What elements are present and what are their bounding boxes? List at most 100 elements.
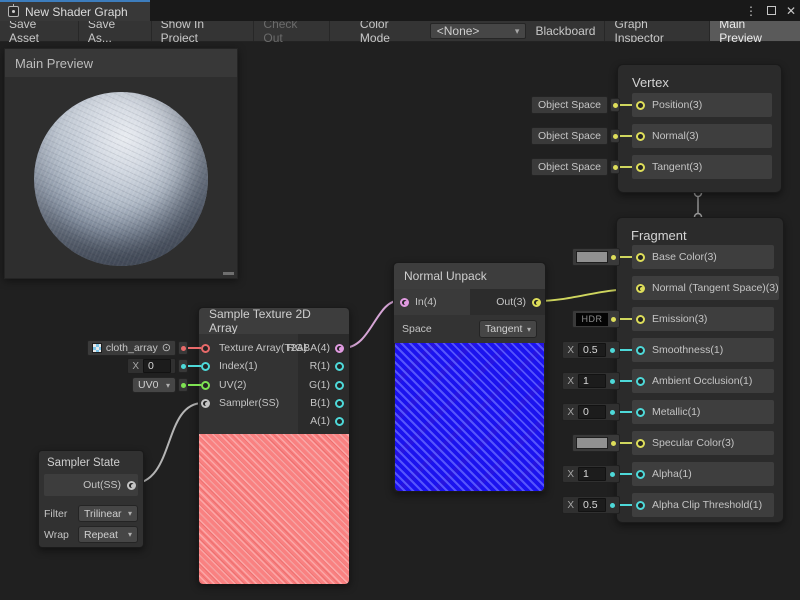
a-output-port[interactable] bbox=[335, 417, 344, 426]
alpha-clip-widget: X0.5 bbox=[562, 496, 620, 514]
emission-widget[interactable]: HDR bbox=[572, 310, 620, 328]
preview-resize-grip[interactable] bbox=[223, 272, 234, 275]
graph-inspector-toggle-button[interactable]: Graph Inspector bbox=[605, 21, 710, 41]
rgba-output-port[interactable] bbox=[335, 344, 344, 353]
index-dot bbox=[178, 359, 188, 373]
port-label: Emission(3) bbox=[652, 313, 707, 325]
position-input-port[interactable] bbox=[636, 101, 645, 110]
port-label: Tangent(3) bbox=[652, 161, 702, 173]
alpha-value-field[interactable]: 1 bbox=[578, 467, 606, 481]
index-value-field[interactable]: 0 bbox=[143, 359, 171, 373]
show-in-project-button[interactable]: Show In Project bbox=[152, 21, 255, 41]
emission-port[interactable] bbox=[636, 315, 645, 324]
alpha-port[interactable] bbox=[636, 470, 645, 479]
base-color-widget[interactable] bbox=[572, 248, 620, 266]
blackboard-toggle-button[interactable]: Blackboard bbox=[526, 21, 605, 41]
tab-shader-graph[interactable]: New Shader Graph bbox=[0, 0, 150, 21]
vertex-node-title: Vertex bbox=[618, 65, 781, 90]
filter-value: Trilinear bbox=[84, 508, 122, 520]
alpha-dot bbox=[610, 472, 615, 477]
uv-channel-dropdown[interactable]: UV0 bbox=[132, 377, 176, 393]
b-output-port[interactable] bbox=[335, 399, 344, 408]
texture-asset-widget[interactable]: cloth_array ⊙ bbox=[87, 340, 176, 356]
port-label: Smoothness(1) bbox=[652, 344, 723, 356]
normal-unpack-title: Normal Unpack bbox=[404, 269, 487, 283]
save-as-button[interactable]: Save As... bbox=[79, 21, 152, 41]
base-color-swatch[interactable] bbox=[576, 251, 608, 263]
normal-input-port[interactable] bbox=[636, 132, 645, 141]
in-port[interactable] bbox=[400, 298, 409, 307]
space-dropdown[interactable]: Tangent bbox=[479, 320, 537, 338]
tangent-input-port[interactable] bbox=[636, 163, 645, 172]
filter-dropdown[interactable]: Trilinear bbox=[78, 505, 138, 522]
port-label: Specular Color(3) bbox=[652, 437, 734, 449]
stub bbox=[188, 402, 201, 404]
r-output-port[interactable] bbox=[335, 362, 344, 371]
metallic-port[interactable] bbox=[636, 408, 645, 417]
ao-value-field[interactable]: 1 bbox=[578, 374, 606, 388]
graph-canvas[interactable]: Main Preview Vertex Object Space Positio… bbox=[0, 42, 800, 600]
index-input-port[interactable] bbox=[201, 362, 210, 371]
maximize-icon[interactable] bbox=[767, 6, 776, 15]
position-space-badge: Object Space bbox=[531, 96, 608, 114]
sampler-state-node[interactable]: Sampler State Out(SS) Filter Trilinear W… bbox=[38, 450, 144, 548]
specular-widget[interactable] bbox=[572, 434, 620, 452]
preview-sphere[interactable] bbox=[34, 92, 208, 266]
main-preview-toggle-button[interactable]: Main Preview bbox=[710, 21, 800, 41]
port-label: Normal (Tangent Space)(3) bbox=[652, 282, 779, 294]
alpha-clip-port[interactable] bbox=[636, 501, 645, 510]
port-label: Sampler(SS) bbox=[219, 397, 279, 409]
emission-hdr-field[interactable]: HDR bbox=[576, 313, 608, 326]
stub bbox=[620, 442, 632, 444]
a-output-row: A(1) bbox=[290, 412, 347, 430]
object-picker-icon[interactable]: ⊙ bbox=[162, 343, 171, 354]
main-preview-title: Main Preview bbox=[15, 56, 93, 71]
port-label: Out(SS) bbox=[83, 479, 121, 491]
stub bbox=[620, 473, 632, 475]
sampler-state-header[interactable]: Sampler State bbox=[39, 451, 143, 474]
stub bbox=[620, 135, 632, 137]
wrap-dropdown[interactable]: Repeat bbox=[78, 526, 138, 543]
wrap-value: Repeat bbox=[84, 529, 118, 541]
main-preview-panel[interactable]: Main Preview bbox=[4, 48, 238, 279]
out-port-box: Out(3) bbox=[470, 289, 545, 315]
texture-array-input-port[interactable] bbox=[201, 344, 210, 353]
vertex-row-position: Object Space Position(3) bbox=[546, 93, 772, 117]
normal-unpack-header[interactable]: Normal Unpack bbox=[394, 263, 545, 289]
stub bbox=[188, 365, 201, 367]
sample-texture-node-header[interactable]: Sample Texture 2D Array bbox=[199, 308, 349, 334]
metallic-value-field[interactable]: 0 bbox=[578, 405, 606, 419]
index-widget: X0 bbox=[127, 358, 176, 374]
space-label: Space bbox=[402, 323, 432, 335]
menu-kebab-icon[interactable]: ⋮ bbox=[745, 5, 757, 17]
specular-swatch[interactable] bbox=[576, 437, 608, 449]
alpha-clip-dot bbox=[610, 503, 615, 508]
fragment-row-normal-ts: Normal (Tangent Space)(3) bbox=[546, 276, 774, 300]
out-ss-port[interactable] bbox=[127, 481, 136, 490]
close-icon[interactable]: ✕ bbox=[786, 5, 796, 17]
stub bbox=[620, 411, 632, 413]
smoothness-port[interactable] bbox=[636, 346, 645, 355]
sampler-input-port[interactable] bbox=[201, 399, 210, 408]
uv-input-port[interactable] bbox=[201, 381, 210, 390]
save-asset-button[interactable]: Save Asset bbox=[0, 21, 79, 41]
normal-unpack-node[interactable]: Normal Unpack In(4) Out(3) Space Tangent bbox=[393, 262, 546, 492]
out-port[interactable] bbox=[532, 298, 541, 307]
main-preview-header[interactable]: Main Preview bbox=[5, 49, 237, 77]
port-label: In(4) bbox=[415, 296, 437, 308]
specular-port[interactable] bbox=[636, 439, 645, 448]
wrap-row: Wrap Repeat bbox=[44, 526, 138, 543]
color-mode-dropdown[interactable]: <None> bbox=[430, 23, 527, 39]
port-label: Ambient Occlusion(1) bbox=[652, 375, 752, 387]
base-color-port[interactable] bbox=[636, 253, 645, 262]
metallic-dot bbox=[610, 410, 615, 415]
ao-port[interactable] bbox=[636, 377, 645, 386]
fragment-row-alpha: X1 Alpha(1) bbox=[546, 462, 774, 486]
base-color-dot bbox=[611, 255, 616, 260]
uv-channel-value: UV0 bbox=[138, 379, 158, 391]
g-output-port[interactable] bbox=[335, 381, 344, 390]
smoothness-value-field[interactable]: 0.5 bbox=[578, 343, 606, 357]
alpha-clip-value-field[interactable]: 0.5 bbox=[578, 498, 606, 512]
normal-ts-port[interactable] bbox=[636, 284, 645, 293]
stub bbox=[620, 256, 632, 258]
